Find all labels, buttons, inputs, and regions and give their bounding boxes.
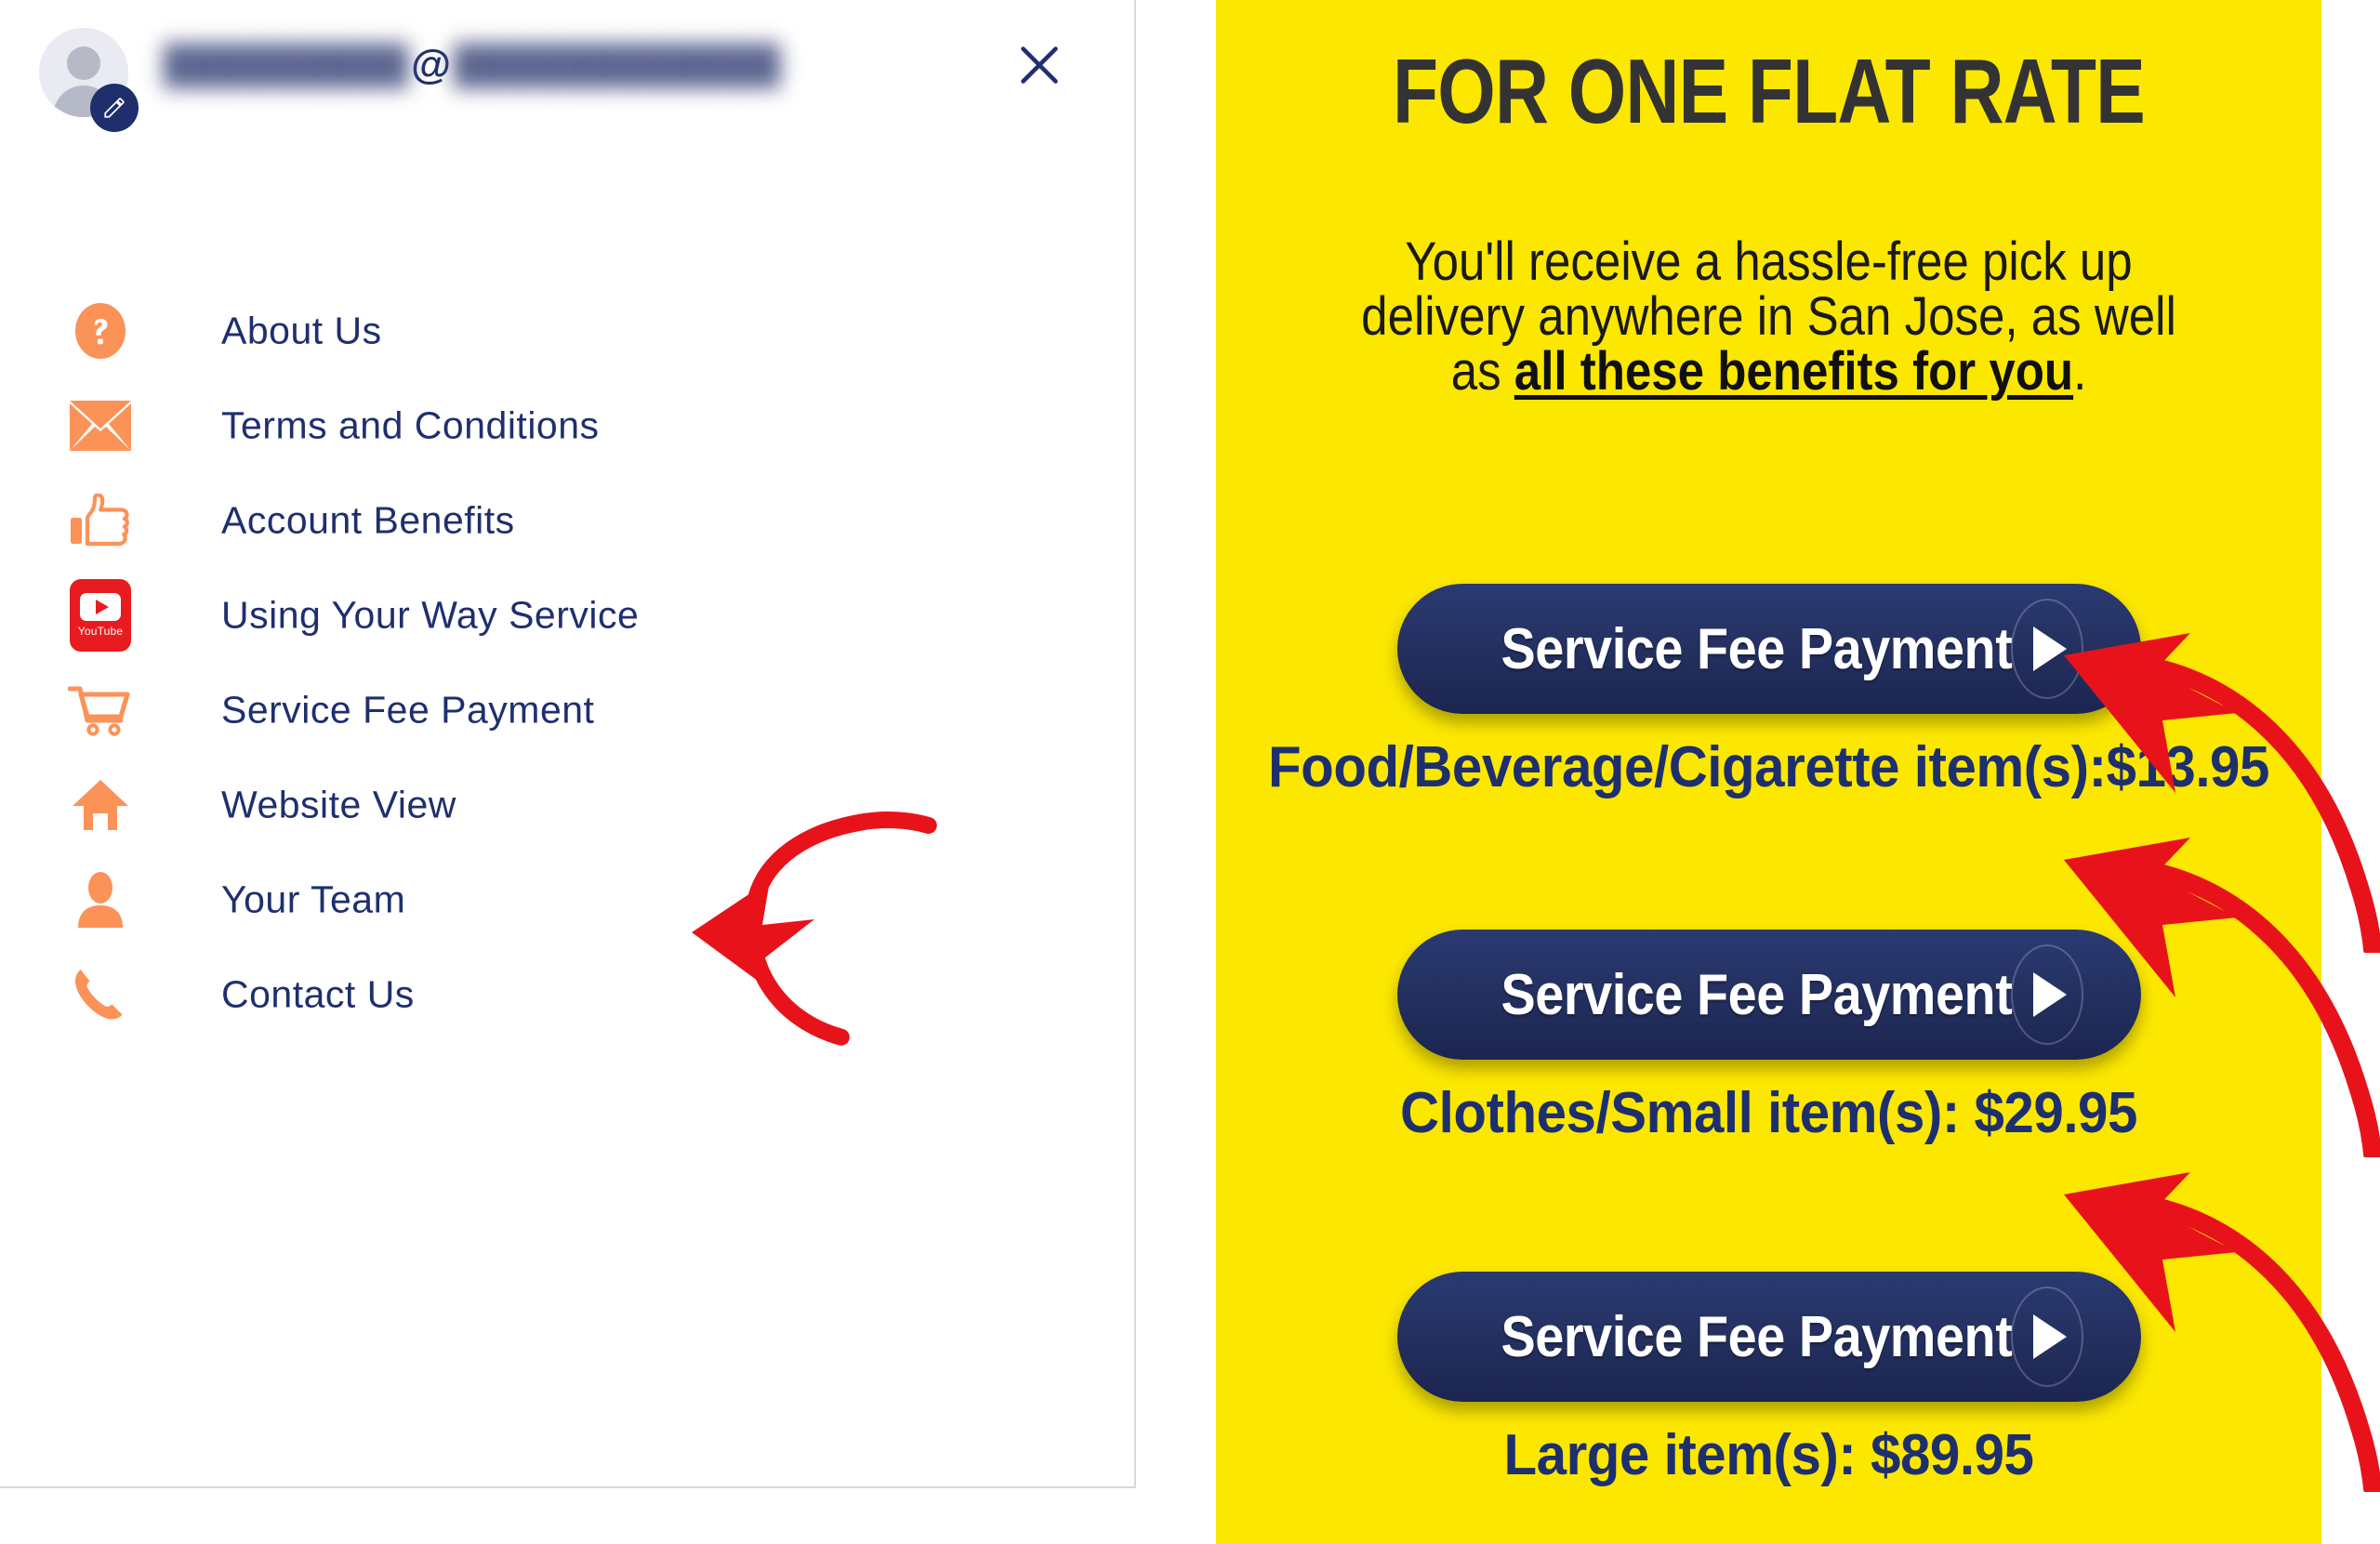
benefits-link[interactable]: all these benefits for you <box>1514 341 2073 402</box>
fee-caption: Food/Beverage/Cigarette item(s):$13.95 <box>1268 735 2269 799</box>
promo-subtitle-line-2: delivery anywhere in San Jose, as well <box>1361 286 2176 348</box>
account-menu-panel: █████████ @ ████████████ About Us Terms … <box>0 0 1136 1488</box>
phone-icon <box>67 961 134 1028</box>
menu-item-contact-us[interactable]: Contact Us <box>0 947 1136 1042</box>
menu-item-using-your-way-service[interactable]: YouTube Using Your Way Service <box>0 568 1136 663</box>
play-triangle-right-icon <box>2010 1287 2083 1387</box>
account-email-at: @ <box>411 42 452 87</box>
close-x-icon <box>1021 46 1058 84</box>
menu-item-label: Your Team <box>221 878 406 921</box>
menu-item-account-benefits[interactable]: Account Benefits <box>0 473 1136 568</box>
envelope-mail-icon <box>67 392 134 459</box>
close-button[interactable] <box>1012 37 1067 93</box>
menu-item-label: Website View <box>221 783 456 826</box>
youtube-wordmark: YouTube <box>77 625 124 638</box>
account-email-local: █████████ <box>164 44 410 86</box>
promo-subtitle: You'll receive a hassle-free pick up del… <box>1314 231 2224 400</box>
service-fee-payment-button-2[interactable]: Service Fee Payment <box>1396 930 2141 1060</box>
flat-rate-promo-panel: FOR ONE FLAT RATE You'll receive a hassl… <box>1216 0 2321 1544</box>
youtube-tile: YouTube <box>70 579 131 652</box>
avatar-head-shape <box>67 46 100 80</box>
fee-caption: Large item(s): $89.95 <box>1503 1423 2034 1487</box>
service-fee-payment-button-3[interactable]: Service Fee Payment <box>1396 1272 2141 1402</box>
promo-subtitle-line-3: as all these benefits for you. <box>1314 344 2224 399</box>
menu-item-about-us[interactable]: About Us <box>0 284 1136 378</box>
youtube-icon: YouTube <box>67 579 134 652</box>
promo-subtitle-line-1: You'll receive a hassle-free pick up <box>1405 231 2133 292</box>
menu-item-terms-and-conditions[interactable]: Terms and Conditions <box>0 378 1136 473</box>
service-fee-payment-button-label: Service Fee Payment <box>1501 616 2013 681</box>
avatar[interactable] <box>39 28 143 132</box>
service-fee-payment-button-label: Service Fee Payment <box>1501 1304 2013 1369</box>
question-mark-circle-icon <box>67 297 134 364</box>
shopping-cart-icon <box>67 677 134 744</box>
home-icon <box>67 772 134 838</box>
play-triangle-right-icon <box>2010 944 2083 1045</box>
fee-caption: Clothes/Small item(s): $29.95 <box>1400 1081 2137 1145</box>
account-email-domain: ████████████ <box>453 44 782 86</box>
screenshot-root: █████████ @ ████████████ About Us Terms … <box>0 0 2380 1544</box>
play-triangle-right-icon <box>2010 599 2083 699</box>
promo-subtitle-prefix: as <box>1450 341 1514 402</box>
menu-item-label: Terms and Conditions <box>221 403 600 447</box>
youtube-play-shape <box>80 593 121 621</box>
fee-block-large: Service Fee Payment Large item(s): $89.9… <box>1216 1272 2321 1488</box>
menu-item-label: Contact Us <box>221 972 415 1016</box>
menu-item-label: About Us <box>221 309 382 352</box>
account-menu-list: About Us Terms and Conditions Account Be… <box>0 284 1136 1042</box>
person-icon <box>67 866 134 933</box>
edit-avatar-button[interactable] <box>90 84 139 132</box>
menu-item-label: Account Benefits <box>221 498 515 542</box>
menu-item-label: Using Your Way Service <box>221 593 640 637</box>
menu-item-your-team[interactable]: Your Team <box>0 852 1136 947</box>
service-fee-payment-button-label: Service Fee Payment <box>1501 962 2013 1027</box>
pencil-edit-icon <box>104 98 125 118</box>
account-header: █████████ @ ████████████ <box>0 0 1136 186</box>
fee-block-clothes-small: Service Fee Payment Clothes/Small item(s… <box>1216 930 2321 1146</box>
menu-item-website-view[interactable]: Website View <box>0 758 1136 852</box>
menu-item-label: Service Fee Payment <box>221 688 595 732</box>
menu-item-service-fee-payment[interactable]: Service Fee Payment <box>0 663 1136 758</box>
account-email: █████████ @ ████████████ <box>164 37 780 93</box>
promo-title: FOR ONE FLAT RATE <box>1393 40 2146 142</box>
service-fee-payment-button-1[interactable]: Service Fee Payment <box>1396 584 2141 714</box>
thumbs-up-icon <box>67 487 134 554</box>
fee-block-food-beverage-cigarette: Service Fee Payment Food/Beverage/Cigare… <box>1216 584 2321 800</box>
promo-subtitle-suffix: . <box>2073 341 2087 402</box>
